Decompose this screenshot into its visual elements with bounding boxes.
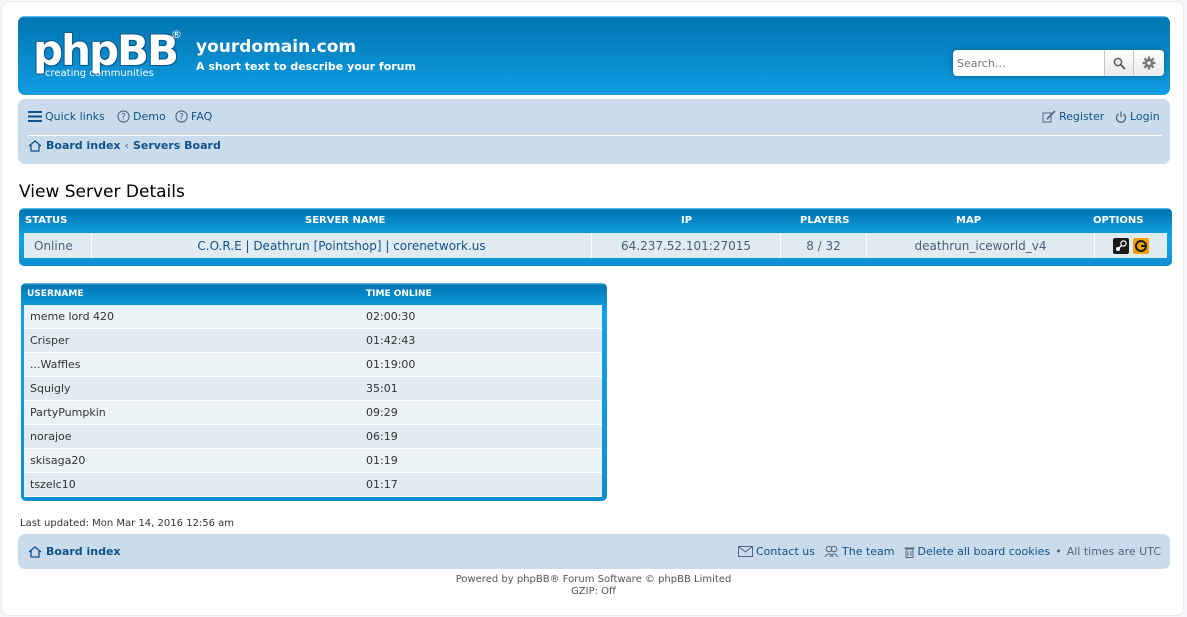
search-input[interactable] bbox=[955, 53, 1101, 73]
pencil-icon bbox=[1042, 110, 1056, 123]
power-icon bbox=[1115, 111, 1127, 123]
server-status: Online bbox=[24, 233, 92, 258]
faq-label: FAQ bbox=[191, 110, 213, 123]
logo-registered-mark: ® bbox=[171, 28, 182, 41]
header-server-name: SERVER NAME bbox=[305, 215, 386, 226]
table-row: norajoe 06:19 bbox=[24, 425, 602, 449]
table-row: Squigly 35:01 bbox=[24, 377, 602, 401]
player-username: PartyPumpkin bbox=[30, 406, 106, 419]
delete-cookies-link[interactable]: Delete all board cookies bbox=[918, 545, 1051, 558]
players-list: meme lord 420 02:00:30 Crisper 01:42:43 ..… bbox=[24, 305, 602, 497]
search-box bbox=[953, 50, 1164, 76]
footer-links: Contact us The team Delete all board coo… bbox=[738, 545, 1161, 558]
powered-by: Powered by phpBB® Forum Software © phpBB… bbox=[455, 574, 732, 585]
header-options: OPTIONS bbox=[1093, 215, 1144, 226]
server-details-table: STATUS SERVER NAME IP PLAYERS MAP OPTION… bbox=[19, 208, 1172, 266]
svg-text:?: ? bbox=[121, 113, 126, 123]
contact-us-link[interactable]: Contact us bbox=[756, 545, 815, 558]
page: phpBB ® creating communities yourdomain.… bbox=[1, 1, 1184, 616]
header-status: STATUS bbox=[25, 215, 68, 226]
table-row: ...Waffles 01:19:00 bbox=[24, 353, 602, 377]
player-time: 02:00:30 bbox=[366, 310, 416, 323]
help-icon: ? bbox=[175, 110, 188, 123]
header-map: MAP bbox=[956, 215, 982, 226]
player-username: Crisper bbox=[30, 334, 70, 347]
header-username: USERNAME bbox=[27, 289, 84, 299]
search-icon bbox=[1113, 57, 1126, 70]
breadcrumb-board-index[interactable]: Board index bbox=[46, 139, 121, 152]
trash-icon bbox=[904, 547, 914, 558]
copyright: Powered by phpBB® Forum Software © phpBB… bbox=[2, 574, 1185, 598]
login-label: Login bbox=[1130, 110, 1160, 123]
help-icon: ? bbox=[117, 110, 130, 123]
server-map: deathrun_iceworld_v4 bbox=[867, 233, 1095, 258]
menu-icon bbox=[28, 111, 42, 122]
table-row: meme lord 420 02:00:30 bbox=[24, 305, 602, 329]
header-ip: IP bbox=[681, 215, 693, 226]
gametracker-icon[interactable] bbox=[1133, 237, 1149, 254]
header-bar: phpBB ® creating communities yourdomain.… bbox=[18, 16, 1170, 95]
player-username: norajoe bbox=[30, 430, 72, 443]
demo-link[interactable]: ? Demo bbox=[117, 110, 166, 123]
footer-board-index[interactable]: Board index bbox=[28, 545, 121, 558]
breadcrumb-separator: ‹ bbox=[124, 139, 129, 152]
server-name-link[interactable]: C.O.R.E | Deathrun [Pointshop] | corenet… bbox=[92, 233, 592, 258]
gear-icon bbox=[1142, 56, 1156, 70]
steam-connect-icon[interactable] bbox=[1113, 237, 1129, 254]
table-row: tszelc10 01:17 bbox=[24, 473, 602, 497]
header-players: PLAYERS bbox=[800, 215, 850, 226]
table-row: Crisper 01:42:43 bbox=[24, 329, 602, 353]
player-time: 01:19 bbox=[366, 454, 398, 467]
table-row: skisaga20 01:19 bbox=[24, 449, 602, 473]
site-description: A short text to describe your forum bbox=[196, 60, 416, 73]
gzip-status: GZIP: Off bbox=[571, 586, 616, 597]
footer-board-index-label: Board index bbox=[46, 545, 121, 558]
register-label: Register bbox=[1059, 110, 1105, 123]
register-link[interactable]: Register bbox=[1042, 110, 1104, 123]
player-time: 35:01 bbox=[366, 382, 398, 395]
player-time: 09:29 bbox=[366, 406, 398, 419]
login-link[interactable]: Login bbox=[1115, 110, 1160, 123]
player-time: 01:42:43 bbox=[366, 334, 416, 347]
breadcrumb: Board index ‹ Servers Board bbox=[28, 139, 221, 152]
footer-navbar: Board index Contact us The team Delete a… bbox=[18, 534, 1170, 569]
quick-links-label: Quick links bbox=[45, 110, 105, 123]
breadcrumb-servers-board[interactable]: Servers Board bbox=[133, 139, 221, 152]
site-title[interactable]: yourdomain.com bbox=[196, 37, 356, 57]
server-ip: 64.237.52.101:27015 bbox=[592, 233, 781, 258]
player-username: skisaga20 bbox=[30, 454, 86, 467]
demo-label: Demo bbox=[133, 110, 166, 123]
footer-bullet: • bbox=[1055, 545, 1062, 558]
header-time-online: TIME ONLINE bbox=[366, 289, 432, 299]
quick-links-menu[interactable]: Quick links bbox=[28, 110, 105, 123]
player-username: Squigly bbox=[30, 382, 71, 395]
page-title: View Server Details bbox=[19, 182, 185, 202]
svg-text:?: ? bbox=[179, 113, 184, 123]
player-username: ...Waffles bbox=[30, 358, 81, 371]
home-icon bbox=[28, 545, 42, 558]
table-row: PartyPumpkin 09:29 bbox=[24, 401, 602, 425]
player-username: tszelc10 bbox=[30, 478, 76, 491]
player-username: meme lord 420 bbox=[30, 310, 115, 323]
player-time: 01:19:00 bbox=[366, 358, 416, 371]
home-icon bbox=[28, 139, 42, 152]
server-row: Online C.O.R.E | Deathrun [Pointshop] | … bbox=[24, 233, 1167, 258]
player-time: 06:19 bbox=[366, 430, 398, 443]
last-updated: Last updated: Mon Mar 14, 2016 12:56 am bbox=[20, 518, 235, 529]
player-time: 01:17 bbox=[366, 478, 398, 491]
navbar: Quick links ? Demo ? FAQ Register Login … bbox=[18, 99, 1170, 164]
advanced-search-button[interactable] bbox=[1133, 50, 1164, 76]
faq-link[interactable]: ? FAQ bbox=[175, 110, 212, 123]
timezone-note: All times are UTC bbox=[1066, 545, 1161, 558]
players-table: USERNAME TIME ONLINE meme lord 420 02:00:… bbox=[21, 283, 607, 501]
server-players: 8 / 32 bbox=[781, 233, 867, 258]
team-icon bbox=[824, 545, 839, 558]
logo-tagline: creating communities bbox=[45, 68, 154, 79]
site-logo[interactable]: phpBB ® creating communities bbox=[31, 26, 182, 84]
envelope-icon bbox=[738, 546, 753, 557]
the-team-link[interactable]: The team bbox=[842, 545, 895, 558]
server-options bbox=[1095, 233, 1167, 258]
search-button[interactable] bbox=[1104, 50, 1134, 76]
